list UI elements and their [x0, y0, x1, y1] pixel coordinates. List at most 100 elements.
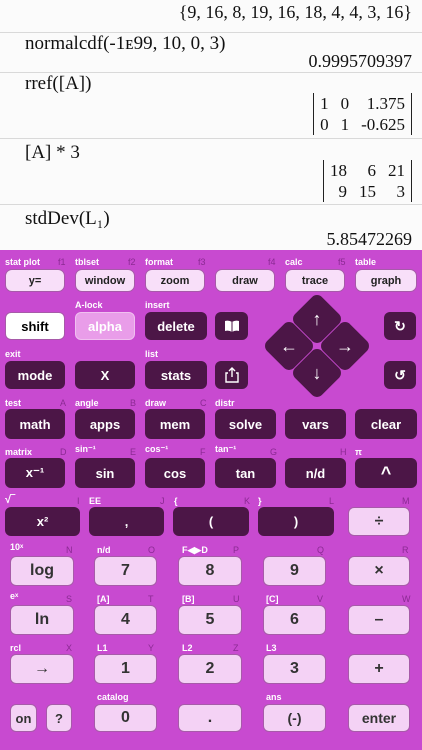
label-cos-inverse: cos⁻¹ [145, 444, 169, 454]
label-D: D [60, 447, 67, 457]
three-button[interactable]: 3 [263, 654, 326, 684]
label-list: list [145, 349, 159, 359]
history-entry[interactable]: [A] * 3 18 6 21 9 15 3 [0, 138, 422, 205]
label-I: I [77, 496, 80, 506]
label-f4: f4 [268, 257, 276, 267]
expression: normalcdf(-1ᴇ99, 10, 0, 3) [25, 33, 226, 54]
alpha-button[interactable]: alpha [75, 312, 135, 340]
trace-button[interactable]: trace [285, 269, 345, 292]
multiply-button[interactable]: × [348, 556, 410, 586]
window-button[interactable]: window [75, 269, 135, 292]
six-button[interactable]: 6 [263, 605, 326, 635]
label-table: table [355, 257, 377, 267]
on-button[interactable]: on [10, 704, 37, 732]
label-E: E [130, 447, 137, 457]
four-button[interactable]: 4 [94, 605, 157, 635]
solve-button[interactable]: solve [215, 409, 276, 439]
history-entry[interactable]: {9, 16, 8, 19, 16, 18, 4, 4, 3, 16} [0, 0, 422, 32]
stats-button[interactable]: stats [145, 361, 207, 389]
label-f-d-convert: F◀▶D [182, 545, 208, 555]
ln-button[interactable]: ln [10, 605, 74, 635]
redo-icon[interactable]: ↻ [384, 312, 416, 340]
label-Q: Q [317, 545, 325, 555]
label-L: L [329, 496, 335, 506]
label-G: G [270, 447, 278, 457]
minus-button[interactable]: – [348, 605, 410, 635]
matrix-cell: -0.625 [361, 115, 405, 134]
apps-button[interactable]: apps [75, 409, 135, 439]
help-button[interactable]: ? [46, 704, 72, 732]
book-icon [224, 320, 239, 332]
history-entry[interactable]: rref([A]) 1 0 1.375 0 1 -0.625 [0, 72, 422, 139]
y-equals-button[interactable]: y= [5, 269, 65, 292]
label-draw: draw [145, 398, 167, 408]
right-paren-button[interactable]: ) [258, 507, 334, 536]
five-button[interactable]: 5 [178, 605, 242, 635]
label-f1: f1 [58, 257, 66, 267]
mode-button[interactable]: mode [5, 361, 65, 389]
share-icon[interactable] [215, 361, 248, 389]
divide-button[interactable]: ÷ [348, 507, 410, 536]
label-ten-power: 10ˣ [10, 542, 24, 552]
label-test: test [5, 398, 22, 408]
power-button[interactable]: ^ [355, 458, 417, 488]
x-inverse-button[interactable]: x⁻¹ [5, 458, 65, 488]
label-a-lock: A-lock [75, 300, 103, 310]
label-nd: n/d [97, 545, 111, 555]
label-L2: L2 [182, 643, 193, 653]
result: {9, 16, 8, 19, 16, 18, 4, 4, 3, 16} [178, 2, 412, 22]
label-matrix: matrix [5, 447, 33, 457]
math-button[interactable]: math [5, 409, 65, 439]
x-squared-button[interactable]: x² [5, 507, 80, 536]
matrix-cell: 9 [338, 182, 348, 201]
eight-button[interactable]: 8 [178, 556, 242, 586]
shift-button[interactable]: shift [5, 312, 65, 340]
plus-button[interactable]: + [348, 654, 410, 684]
expression: [A] * 3 [25, 142, 80, 163]
mem-button[interactable]: mem [145, 409, 205, 439]
seven-button[interactable]: 7 [94, 556, 157, 586]
nine-button[interactable]: 9 [263, 556, 326, 586]
enter-button[interactable]: enter [348, 704, 410, 732]
down-arrow-icon: ↓ [312, 362, 322, 383]
label-tan-inverse: tan⁻¹ [215, 444, 237, 454]
vars-button[interactable]: vars [285, 409, 346, 439]
clear-button[interactable]: clear [355, 409, 417, 439]
label-calc: calc [285, 257, 303, 267]
graph-button[interactable]: graph [355, 269, 417, 292]
matrix-cell: 6 [367, 161, 377, 180]
history-area: {9, 16, 8, 19, 16, 18, 4, 4, 3, 16} norm… [0, 0, 422, 250]
label-format: format [145, 257, 174, 267]
book-icon[interactable] [215, 312, 248, 340]
zoom-button[interactable]: zoom [145, 269, 205, 292]
tan-button[interactable]: tan [215, 458, 276, 488]
undo-icon[interactable]: ↺ [384, 361, 416, 389]
cos-button[interactable]: cos [145, 458, 205, 488]
history-entry[interactable]: stdDev(L₁) 5.85472269 [0, 204, 422, 250]
x-variable-button[interactable]: X [75, 361, 135, 389]
log-button[interactable]: log [10, 556, 74, 586]
label-matrix-b: [B] [182, 594, 195, 604]
matrix-cell: 21 [388, 161, 405, 180]
history-entry[interactable]: normalcdf(-1ᴇ99, 10, 0, 3) 0.9995709397 [0, 32, 422, 73]
label-V: V [317, 594, 324, 604]
decimal-button[interactable]: . [178, 704, 242, 732]
label-matrix-a: [A] [97, 594, 110, 604]
two-button[interactable]: 2 [178, 654, 242, 684]
fraction-button[interactable]: n/d [285, 458, 346, 488]
negative-button[interactable]: (-) [263, 704, 326, 732]
matrix-cell: 0 [340, 94, 350, 113]
zero-button[interactable]: 0 [94, 704, 157, 732]
label-catalog: catalog [97, 692, 129, 702]
left-paren-button[interactable]: ( [173, 507, 249, 536]
label-Y: Y [148, 643, 155, 653]
label-L3: L3 [266, 643, 277, 653]
sin-button[interactable]: sin [75, 458, 135, 488]
one-button[interactable]: 1 [94, 654, 157, 684]
comma-button[interactable]: , [89, 507, 164, 536]
result-matrix: 18 6 21 9 15 3 [323, 160, 412, 202]
label-L1: L1 [97, 643, 108, 653]
draw-button[interactable]: draw [215, 269, 275, 292]
store-button[interactable]: → [10, 654, 74, 684]
delete-button[interactable]: delete [145, 312, 207, 340]
